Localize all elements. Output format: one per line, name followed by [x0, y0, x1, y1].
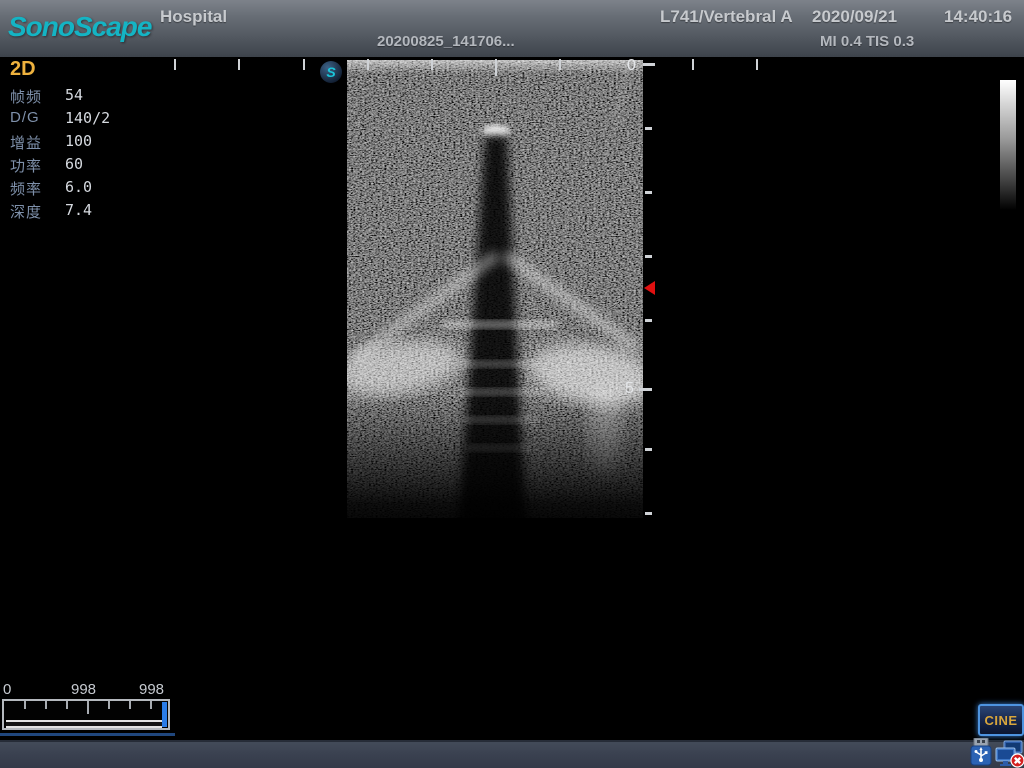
focus-marker[interactable]: [644, 281, 655, 295]
mi-tis-readout: MI 0.4 TIS 0.3: [820, 33, 914, 50]
cine-tick: [150, 701, 152, 709]
cine-start-label: 0: [3, 681, 11, 698]
usb-icon[interactable]: [969, 738, 993, 768]
param-value: 6.0: [65, 178, 92, 196]
exam-date: 2020/09/21: [812, 7, 897, 27]
param-value: 140/2: [65, 109, 110, 127]
ruler-tick: [559, 59, 561, 70]
depth-tick: [645, 448, 652, 451]
ruler-tick: [756, 59, 758, 70]
cine-slider-track[interactable]: [6, 720, 162, 728]
grayscale-bar: [1000, 80, 1016, 210]
depth-label-mid: 5: [625, 380, 634, 398]
hospital-name: Hospital: [160, 7, 227, 27]
cine-tick: [24, 701, 26, 709]
probe-orientation-marker: S: [320, 61, 342, 83]
param-row-framerate: 帧频 54: [10, 86, 42, 109]
param-value: 100: [65, 132, 92, 150]
cine-tick: [66, 701, 68, 709]
depth-tick: [645, 127, 652, 130]
param-value: 60: [65, 155, 83, 173]
cine-tick: [108, 701, 110, 709]
probe-marker-letter: S: [326, 64, 335, 80]
depth-tick: [645, 319, 652, 322]
param-row-frequency: 频率 6.0: [10, 178, 42, 201]
ultrasound-image[interactable]: [347, 60, 643, 540]
cine-tick: [129, 701, 131, 709]
ruler-tick: [238, 59, 240, 70]
taskbar: [0, 740, 1024, 768]
ruler-tick: [303, 59, 305, 70]
network-disconnected-icon[interactable]: [995, 740, 1024, 768]
ruler-tick: [367, 59, 369, 70]
param-label: 增益: [10, 135, 42, 152]
depth-tick: [645, 191, 652, 194]
exam-time: 14:40:16: [944, 7, 1012, 27]
param-value: 7.4: [65, 201, 92, 219]
param-label: D/G: [10, 109, 40, 126]
file-name: 20200825_141706...: [377, 33, 515, 50]
cine-current-label: 998: [71, 681, 96, 698]
param-label: 深度: [10, 204, 42, 221]
top-bar: SonoScape Hospital L741/Vertebral A 2020…: [0, 0, 1024, 57]
cine-progress-bar[interactable]: [2, 699, 170, 730]
ruler-tick: [431, 59, 433, 70]
param-label: 帧频: [10, 89, 42, 106]
ruler-tick: [692, 59, 694, 70]
cine-position-marker[interactable]: [162, 702, 167, 727]
depth-tick: [639, 388, 652, 391]
ruler-tick: [174, 59, 176, 70]
cine-center-tick: [87, 701, 89, 714]
param-label: 频率: [10, 181, 42, 198]
mode-label: 2D: [10, 58, 36, 81]
depth-tick: [645, 512, 652, 515]
cine-tick: [45, 701, 47, 709]
param-row-gain: 增益 100: [10, 132, 42, 155]
sonoscape-logo: SonoScape: [8, 11, 151, 43]
param-row-depth: 深度 7.4: [10, 201, 42, 224]
param-value: 54: [65, 86, 83, 104]
param-row-dg: D/G 140/2: [10, 109, 40, 132]
cine-bar-highlight: [0, 733, 175, 736]
ultrasound-machine-screen: SonoScape Hospital L741/Vertebral A 2020…: [0, 0, 1024, 768]
probe-preset: L741/Vertebral A: [660, 7, 793, 27]
cine-total-label: 998: [139, 681, 164, 698]
depth-tick: [645, 255, 652, 258]
param-label: 功率: [10, 158, 42, 175]
depth-tick: [643, 63, 655, 66]
param-row-power: 功率 60: [10, 155, 42, 178]
depth-label-top: 0: [627, 57, 636, 75]
cine-button[interactable]: CINE: [978, 704, 1024, 736]
cine-button-label: CINE: [984, 713, 1017, 728]
ruler-center-tick: [495, 59, 497, 76]
